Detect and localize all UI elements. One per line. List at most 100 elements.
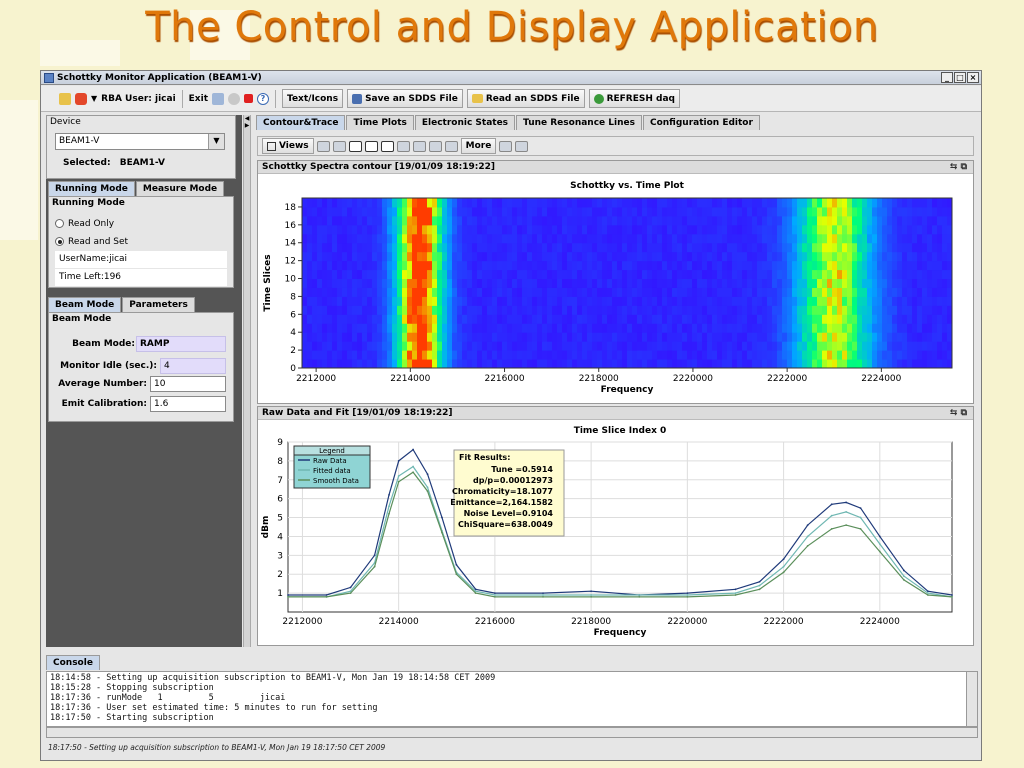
refresh-daq-button[interactable]: REFRESH daq	[588, 89, 680, 108]
more-button[interactable]: More	[460, 138, 497, 154]
maximize-button[interactable]: □	[954, 72, 966, 83]
heatmap-cell	[722, 233, 728, 244]
heatmap-cell	[882, 296, 888, 306]
grid-icon[interactable]	[348, 140, 362, 152]
power-icon[interactable]	[75, 92, 87, 105]
heatmap-cell	[677, 260, 683, 271]
radio-on-icon[interactable]	[55, 237, 64, 246]
heatmap-cell	[827, 314, 833, 324]
heatmap-cell	[922, 224, 928, 235]
print-icon[interactable]	[212, 92, 224, 105]
splitter-handle[interactable]: ◀ ▶	[243, 115, 251, 647]
heatmap-cell	[797, 278, 803, 288]
device-select[interactable]: BEAM1-V ▼	[55, 133, 225, 150]
grid-icon[interactable]	[380, 140, 394, 152]
tab-electronic-states[interactable]: Electronic States	[414, 115, 516, 130]
folder-icon	[471, 94, 483, 103]
heatmap-cell	[447, 305, 453, 315]
tab-time-plots[interactable]: Time Plots	[346, 115, 414, 130]
heatmap-cell	[837, 278, 843, 288]
heatmap-cell	[627, 341, 633, 351]
heatmap-cell	[847, 224, 853, 235]
read-and-set-radio[interactable]: Read and Set	[55, 237, 128, 247]
heatmap-cell	[912, 269, 918, 280]
tab-beam-mode[interactable]: Beam Mode	[48, 297, 122, 312]
heatmap-cell	[592, 215, 598, 226]
heatmap-cell	[482, 215, 488, 226]
exit-button[interactable]: Exit	[189, 94, 208, 104]
close-button[interactable]: ×	[967, 72, 979, 83]
help-icon[interactable]: ?	[257, 92, 269, 105]
heatmap-cell	[877, 278, 883, 288]
stop-icon[interactable]	[244, 94, 253, 103]
heatmap-cell	[377, 251, 383, 262]
tab-running-mode[interactable]: Running Mode	[48, 181, 135, 196]
layout-icon[interactable]	[428, 140, 442, 152]
grid-icon[interactable]	[364, 140, 378, 152]
detach-icon[interactable]: ⇆ ⧉	[950, 161, 967, 174]
minimize-button[interactable]: _	[941, 72, 953, 83]
heatmap-cell	[407, 260, 413, 271]
heatmap-cell	[607, 305, 613, 315]
heatmap-cell	[747, 350, 753, 360]
console-horizontal-scrollbar[interactable]	[46, 727, 978, 738]
heatmap-cell	[842, 305, 848, 315]
heatmap-cell	[587, 305, 593, 315]
heatmap-cell	[807, 224, 813, 235]
detach-icon[interactable]: ⇆ ⧉	[950, 407, 967, 420]
right-panel: Contour&Trace Time Plots Electronic Stat…	[252, 115, 979, 647]
heatmap-cell	[462, 278, 468, 288]
heatmap-cell	[942, 206, 948, 217]
gray-dot-icon[interactable]	[228, 92, 240, 105]
heatmap-cell	[322, 341, 328, 351]
emit-calibration-field[interactable]: 1.6	[150, 396, 226, 412]
dropdown-arrow-icon[interactable]: ▼	[91, 94, 97, 103]
tab-tune-resonance-lines[interactable]: Tune Resonance Lines	[516, 115, 642, 130]
heatmap-cell	[672, 269, 678, 280]
heatmap-cell	[817, 224, 823, 235]
chevron-down-icon[interactable]: ▼	[208, 134, 224, 149]
heatmap-cell	[422, 332, 428, 342]
layout-icon[interactable]	[412, 140, 426, 152]
layout-icon[interactable]	[316, 140, 330, 152]
console-vertical-scrollbar[interactable]	[966, 671, 978, 727]
heatmap-cell	[922, 242, 928, 253]
heatmap-cell	[787, 224, 793, 235]
data-point	[493, 592, 496, 595]
tab-measure-mode[interactable]: Measure Mode	[135, 181, 225, 196]
heatmap-cell	[757, 206, 763, 217]
radio-off-icon[interactable]	[55, 219, 64, 228]
tab-console[interactable]: Console	[46, 655, 100, 670]
tab-configuration-editor[interactable]: Configuration Editor	[642, 115, 760, 130]
read-only-radio[interactable]: Read Only	[55, 219, 114, 229]
heatmap-cell	[592, 287, 598, 297]
read-sdds-button[interactable]: Read an SDDS File	[466, 89, 585, 108]
heatmap-cell	[682, 251, 688, 262]
heatmap-cell	[762, 350, 768, 360]
save-sdds-button[interactable]: Save an SDDS File	[347, 89, 463, 108]
key-icon[interactable]	[59, 92, 71, 105]
average-number-field[interactable]: 10	[150, 376, 226, 392]
views-button[interactable]: Views	[262, 138, 314, 154]
x-axis-label: Frequency	[601, 385, 654, 395]
heatmap-cell	[877, 198, 883, 208]
console-log[interactable]: 18:14:58 - Setting up acquisition subscr…	[46, 671, 968, 727]
monitor-idle-field[interactable]: 4	[160, 358, 226, 374]
heatmap-cell	[457, 206, 463, 217]
heatmap-cell	[312, 278, 318, 288]
heatmap-cell	[872, 215, 878, 226]
heatmap-cell	[712, 224, 718, 235]
window-icon[interactable]	[499, 140, 513, 152]
print-icon[interactable]	[515, 140, 529, 152]
heatmap-cell	[912, 260, 918, 271]
text-icons-button[interactable]: Text/Icons	[282, 89, 344, 108]
layout-icon[interactable]	[396, 140, 410, 152]
heatmap-cell	[692, 341, 698, 351]
heatmap-cell	[647, 206, 653, 217]
tab-parameters[interactable]: Parameters	[122, 297, 195, 312]
tab-contour-trace[interactable]: Contour&Trace	[256, 115, 346, 130]
heatmap-cell	[387, 198, 393, 208]
fit-result-line: Chromaticity=18.1077	[452, 487, 553, 496]
layout-icon[interactable]	[444, 140, 458, 152]
layout-icon[interactable]	[332, 140, 346, 152]
